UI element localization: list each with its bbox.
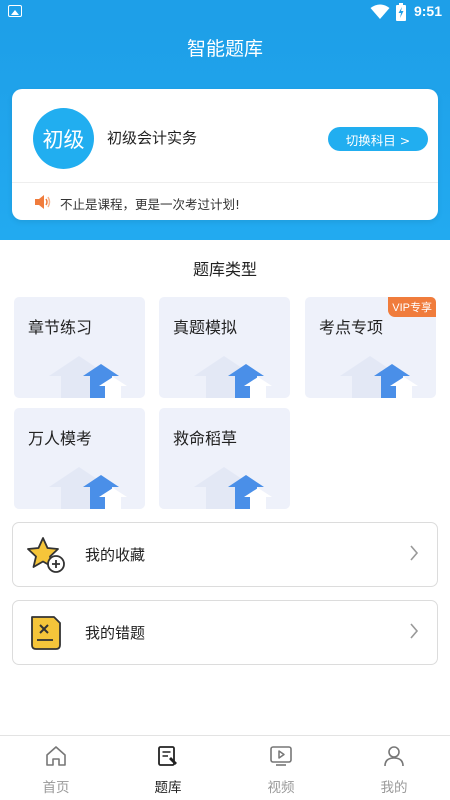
chevron-right-icon xyxy=(410,623,419,639)
course-card: 初级 初级会计实务 切换科目 > 不止是课程，更是一次考过计划! xyxy=(12,89,438,220)
tile-mass-mock-exam[interactable]: 万人模考 xyxy=(14,408,145,509)
upload-arrow-icon xyxy=(49,467,127,509)
level-badge: 初级 xyxy=(33,108,94,169)
chevron-right-icon xyxy=(410,545,419,561)
tile-chapter-practice[interactable]: 章节练习 xyxy=(14,297,145,398)
section-title: 题库类型 xyxy=(192,260,257,279)
clock: 9:51 xyxy=(413,3,442,19)
tab-label: 我的 xyxy=(380,780,408,796)
tile-past-exam-simulation[interactable]: 真题模拟 xyxy=(159,297,290,398)
tab-label: 首页 xyxy=(42,780,70,796)
home-icon xyxy=(46,746,66,766)
bottom-tab-bar: 首页 题库 视频 我的 xyxy=(0,735,450,800)
tab-question-bank[interactable]: 题库 xyxy=(112,736,224,800)
tab-video[interactable]: 视频 xyxy=(225,736,337,800)
tile-lifesaver[interactable]: 救命稻草 xyxy=(159,408,290,509)
star-plus-icon xyxy=(27,537,65,573)
tile-key-points[interactable]: 考点专项 VIP专享 xyxy=(305,297,436,398)
wrong-questions-icon xyxy=(31,616,61,650)
tab-label: 视频 xyxy=(267,780,295,796)
upload-arrow-icon xyxy=(340,356,418,398)
tile-label: 真题模拟 xyxy=(173,318,238,337)
my-mistakes-item[interactable]: 我的错题 xyxy=(12,600,438,665)
tile-label: 万人模考 xyxy=(28,429,93,448)
image-notification-icon xyxy=(8,5,22,17)
upload-arrow-icon xyxy=(194,356,272,398)
upload-arrow-icon xyxy=(194,467,272,509)
battery-icon xyxy=(396,3,406,21)
profile-icon xyxy=(384,746,404,767)
slogan-text: 不止是课程，更是一次考过计划! xyxy=(60,197,241,212)
tile-label: 考点专项 xyxy=(319,318,384,337)
vip-badge: VIP专享 xyxy=(388,297,436,317)
wifi-icon xyxy=(370,4,390,19)
tab-home[interactable]: 首页 xyxy=(0,736,112,800)
tile-label: 章节练习 xyxy=(28,318,93,337)
list-item-label: 我的收藏 xyxy=(85,546,146,564)
question-bank-icon xyxy=(158,746,177,766)
page-title: 智能题库 xyxy=(186,38,263,60)
status-bar: 9:51 xyxy=(0,0,450,24)
list-item-label: 我的错题 xyxy=(85,624,146,642)
course-name: 初级会计实务 xyxy=(107,129,198,147)
video-icon xyxy=(270,746,292,766)
speaker-icon xyxy=(35,195,51,209)
tile-label: 救命稻草 xyxy=(173,429,238,448)
divider xyxy=(12,182,438,183)
my-favorites-item[interactable]: 我的收藏 xyxy=(12,522,438,587)
tab-profile[interactable]: 我的 xyxy=(338,736,450,800)
switch-subject-button[interactable]: 切换科目 > xyxy=(328,127,428,151)
tab-label: 题库 xyxy=(154,780,182,796)
upload-arrow-icon xyxy=(49,356,127,398)
